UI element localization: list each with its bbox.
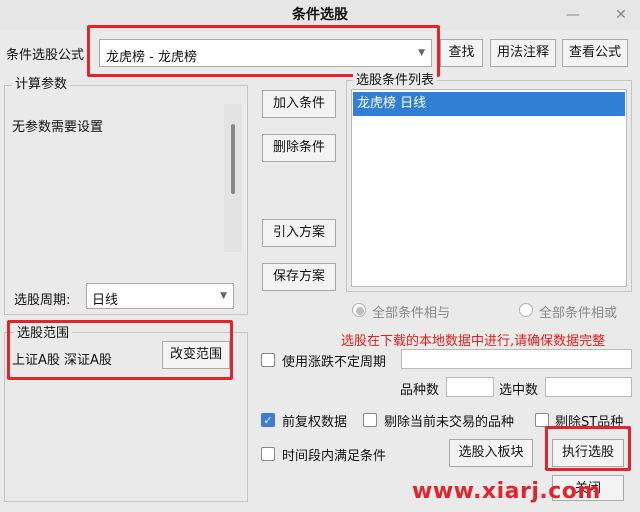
to-block-button[interactable]: 选股入板块 [449,439,533,467]
period-value: 日线 [92,293,119,308]
exclude-st-checkbox[interactable] [535,413,549,427]
pre-adjust-checkbox[interactable]: ✓ [261,413,275,427]
irregular-period-input[interactable] [401,349,632,369]
close-window-button[interactable]: ✕ [611,5,631,25]
chevron-down-icon: ▼ [220,291,227,301]
usage-notes-button[interactable]: 用法注释 [490,39,556,67]
scrollbar-thumb[interactable] [231,124,235,194]
formula-label: 条件选股公式 [6,48,85,63]
import-plan-button[interactable]: 引入方案 [262,219,336,247]
irregular-period-checkbox[interactable] [261,353,275,367]
or-radio[interactable] [519,303,533,317]
highlight-scope [7,320,233,380]
period-select[interactable]: 日线 ▼ [86,283,234,309]
minimize-button[interactable]: — [563,5,583,25]
highlight-execute [545,426,631,471]
view-formula-button[interactable]: 查看公式 [562,39,628,67]
conditions-legend: 选股条件列表 [353,73,438,89]
time-range-label: 时间段内满足条件 [282,449,387,464]
delete-condition-button[interactable]: 删除条件 [262,134,336,162]
period-label: 选股周期: [14,293,71,308]
and-radio[interactable] [352,303,366,317]
or-label: 全部条件相或 [539,306,618,321]
watermark-text: www.xiarj.com [412,479,601,504]
irregular-period-label: 使用涨跌不定周期 [282,355,387,370]
params-legend: 计算参数 [12,77,71,93]
save-plan-button[interactable]: 保存方案 [262,263,336,291]
warning-text: 选股在下载的本地数据中进行,请确保数据完整 [341,334,606,349]
list-item[interactable]: 龙虎榜 日线 [353,92,625,116]
exclude-untraded-label: 剔除当前未交易的品种 [384,415,515,430]
find-button[interactable]: 查找 [440,39,483,67]
and-label: 全部条件相与 [372,306,451,321]
conditions-list[interactable]: 龙虎榜 日线 [351,89,627,287]
params-scrollbar[interactable] [224,104,242,252]
selected-count-label: 选中数 [499,383,539,398]
highlight-formula [87,25,440,77]
exclude-untraded-checkbox[interactable] [363,413,377,427]
time-range-checkbox[interactable] [261,447,275,461]
params-text: 无参数需要设置 [12,120,104,135]
stock-count-field [446,377,494,397]
pre-adjust-label: 前复权数据 [282,415,348,430]
stock-count-label: 品种数 [400,383,440,398]
selected-count-field [545,377,632,397]
add-condition-button[interactable]: 加入条件 [262,90,336,118]
